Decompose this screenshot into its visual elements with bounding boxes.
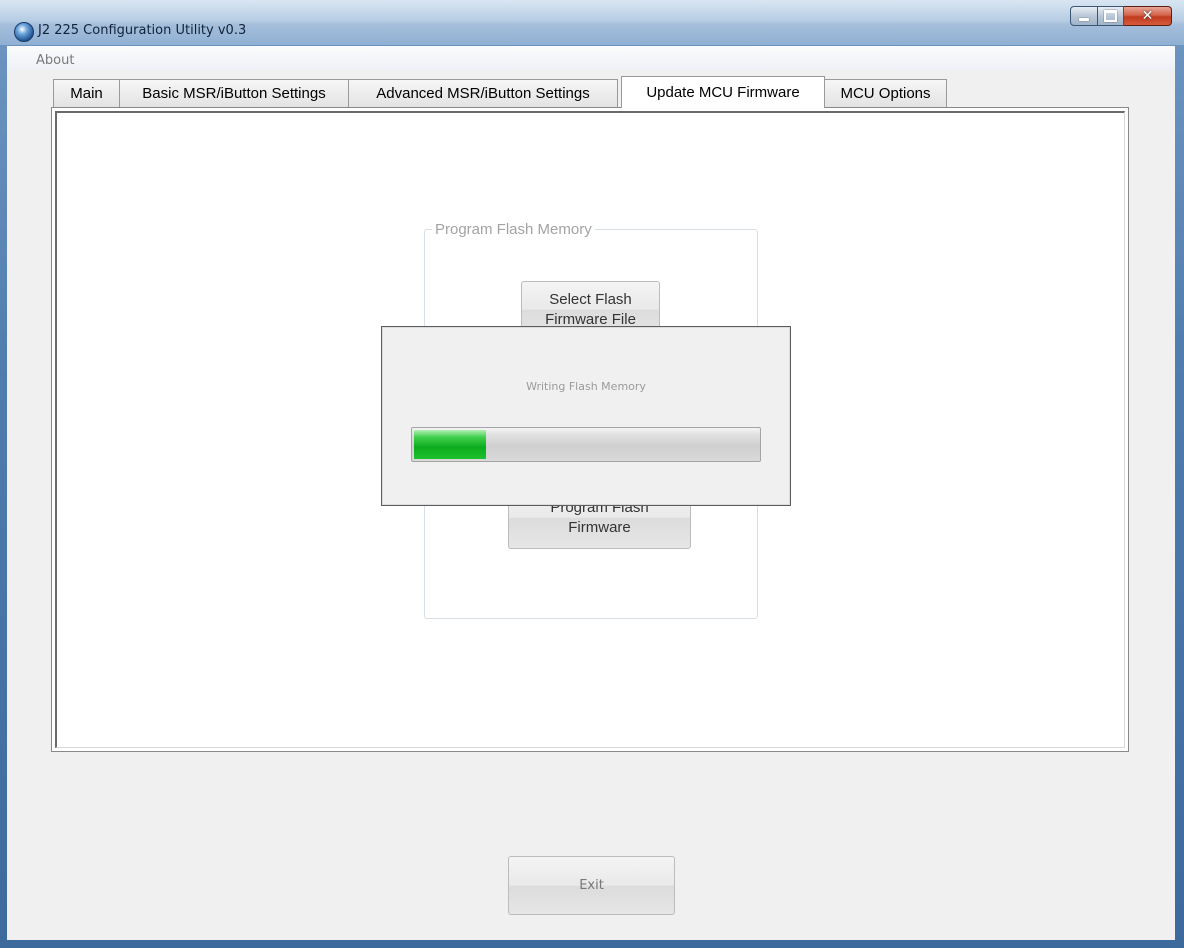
- progress-bar-fill: [414, 430, 486, 459]
- close-icon: ✕: [1141, 8, 1154, 24]
- tab-basic-msr-ibutton-settings[interactable]: Basic MSR/iButton Settings: [119, 79, 349, 107]
- app-window: J2 225 Configuration Utility v0.3 ✕ Abou…: [0, 0, 1184, 948]
- app-icon[interactable]: [14, 22, 34, 42]
- close-button[interactable]: ✕: [1124, 6, 1172, 26]
- window-title: J2 225 Configuration Utility v0.3: [38, 23, 247, 38]
- caption-buttons: ✕: [1070, 6, 1172, 26]
- minimize-button[interactable]: [1070, 6, 1098, 26]
- progress-status-label: Writing Flash Memory: [526, 380, 646, 393]
- program-button-line2: Firmware: [568, 518, 631, 536]
- tab-main[interactable]: Main: [53, 79, 120, 107]
- progress-bar: [411, 427, 761, 462]
- exit-button[interactable]: Exit: [508, 856, 675, 915]
- tab-mcu-options[interactable]: MCU Options: [824, 79, 947, 107]
- maximize-icon: [1104, 10, 1117, 22]
- menu-bar: About: [7, 46, 1175, 70]
- tab-update-mcu-firmware[interactable]: Update MCU Firmware: [621, 76, 825, 108]
- maximize-button[interactable]: [1098, 6, 1124, 26]
- tab-advanced-msr-ibutton-settings[interactable]: Advanced MSR/iButton Settings: [348, 79, 618, 107]
- select-button-line1: Select Flash: [549, 290, 632, 308]
- minimize-icon: [1079, 17, 1089, 21]
- title-bar[interactable]: J2 225 Configuration Utility v0.3 ✕: [0, 0, 1184, 45]
- program-flash-memory-label: Program Flash Memory: [432, 221, 595, 238]
- client-area: About Main Basic MSR/iButton Settings Ad…: [7, 46, 1175, 940]
- menu-item-about[interactable]: About: [36, 53, 74, 68]
- writing-flash-progress-dialog: Writing Flash Memory: [381, 326, 791, 506]
